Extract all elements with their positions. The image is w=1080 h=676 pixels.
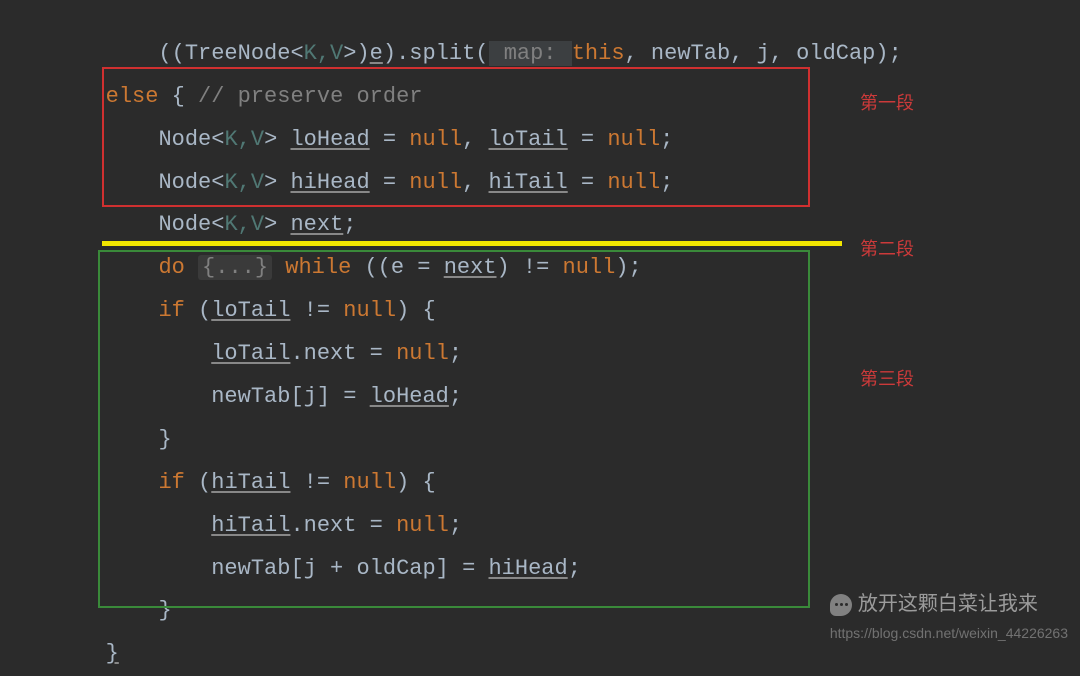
- code-line-13: newTab[j + oldCap] = hiHead;: [0, 556, 581, 581]
- code-line-1: ((TreeNode<K,V>)e).split( map: this, new…: [0, 41, 902, 66]
- code-line-4: Node<K,V> hiHead = null, hiTail = null;: [0, 170, 673, 195]
- code-line-2: else { // preserve order: [0, 84, 422, 109]
- code-line-6: do {...} while ((e = next) != null);: [0, 255, 642, 280]
- code-line-9: newTab[j] = loHead;: [0, 384, 462, 409]
- fold-marker[interactable]: {...}: [198, 255, 272, 280]
- code-line-15: }: [0, 641, 119, 666]
- code-line-5: Node<K,V> next;: [0, 212, 356, 237]
- code-line-11: if (hiTail != null) {: [0, 470, 436, 495]
- code-line-10: }: [0, 427, 172, 452]
- code-line-14: }: [0, 598, 172, 623]
- code-block: ((TreeNode<K,V>)e).split( map: this, new…: [0, 0, 902, 676]
- code-line-12: hiTail.next = null;: [0, 513, 462, 538]
- code-line-3: Node<K,V> loHead = null, loTail = null;: [0, 127, 673, 152]
- code-line-7: if (loTail != null) {: [0, 298, 436, 323]
- code-line-8: loTail.next = null;: [0, 341, 462, 366]
